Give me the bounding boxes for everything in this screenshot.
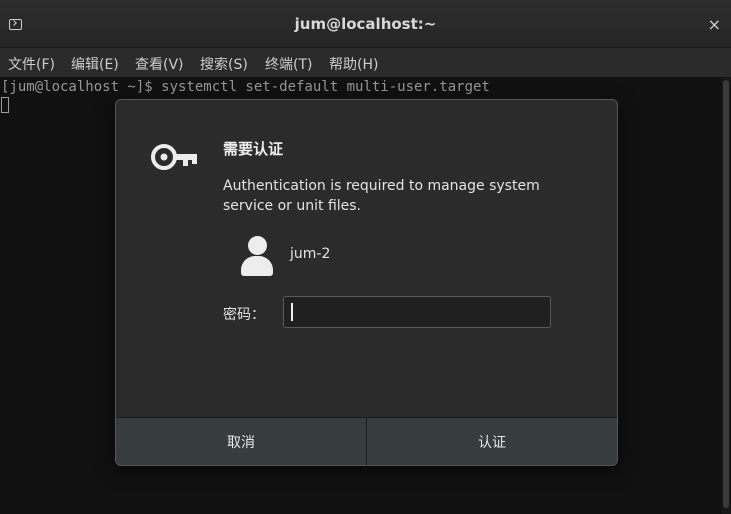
menu-edit[interactable]: 编辑(E) (71, 54, 119, 74)
window-title: jum@localhost:~ (294, 15, 437, 33)
menu-help[interactable]: 帮助(H) (329, 54, 378, 74)
username-label: jum-2 (290, 246, 331, 262)
dialog-button-row: 取消 认证 (116, 417, 617, 465)
menu-terminal[interactable]: 终端(T) (265, 54, 312, 74)
cancel-button[interactable]: 取消 (116, 418, 367, 465)
auth-dialog: 需要认证 Authentication is required to manag… (115, 99, 618, 466)
terminal-scrollbar[interactable] (723, 80, 729, 508)
password-input[interactable] (283, 296, 551, 328)
dialog-heading: 需要认证 (223, 140, 284, 158)
authenticate-button[interactable]: 认证 (367, 418, 617, 465)
user-avatar-icon (240, 236, 274, 276)
key-icon (151, 144, 197, 170)
menubar: 文件(F) 编辑(E) 查看(V) 搜索(S) 终端(T) 帮助(H) (0, 48, 731, 77)
text-caret (291, 303, 293, 321)
menu-file[interactable]: 文件(F) (8, 54, 55, 74)
dialog-message: Authentication is required to manage sys… (223, 178, 540, 214)
close-icon[interactable]: × (708, 15, 721, 34)
menu-search[interactable]: 搜索(S) (200, 54, 248, 74)
window-titlebar: jum@localhost:~ × (0, 0, 731, 48)
password-label: 密码： (223, 307, 265, 323)
menu-view[interactable]: 查看(V) (135, 54, 184, 74)
